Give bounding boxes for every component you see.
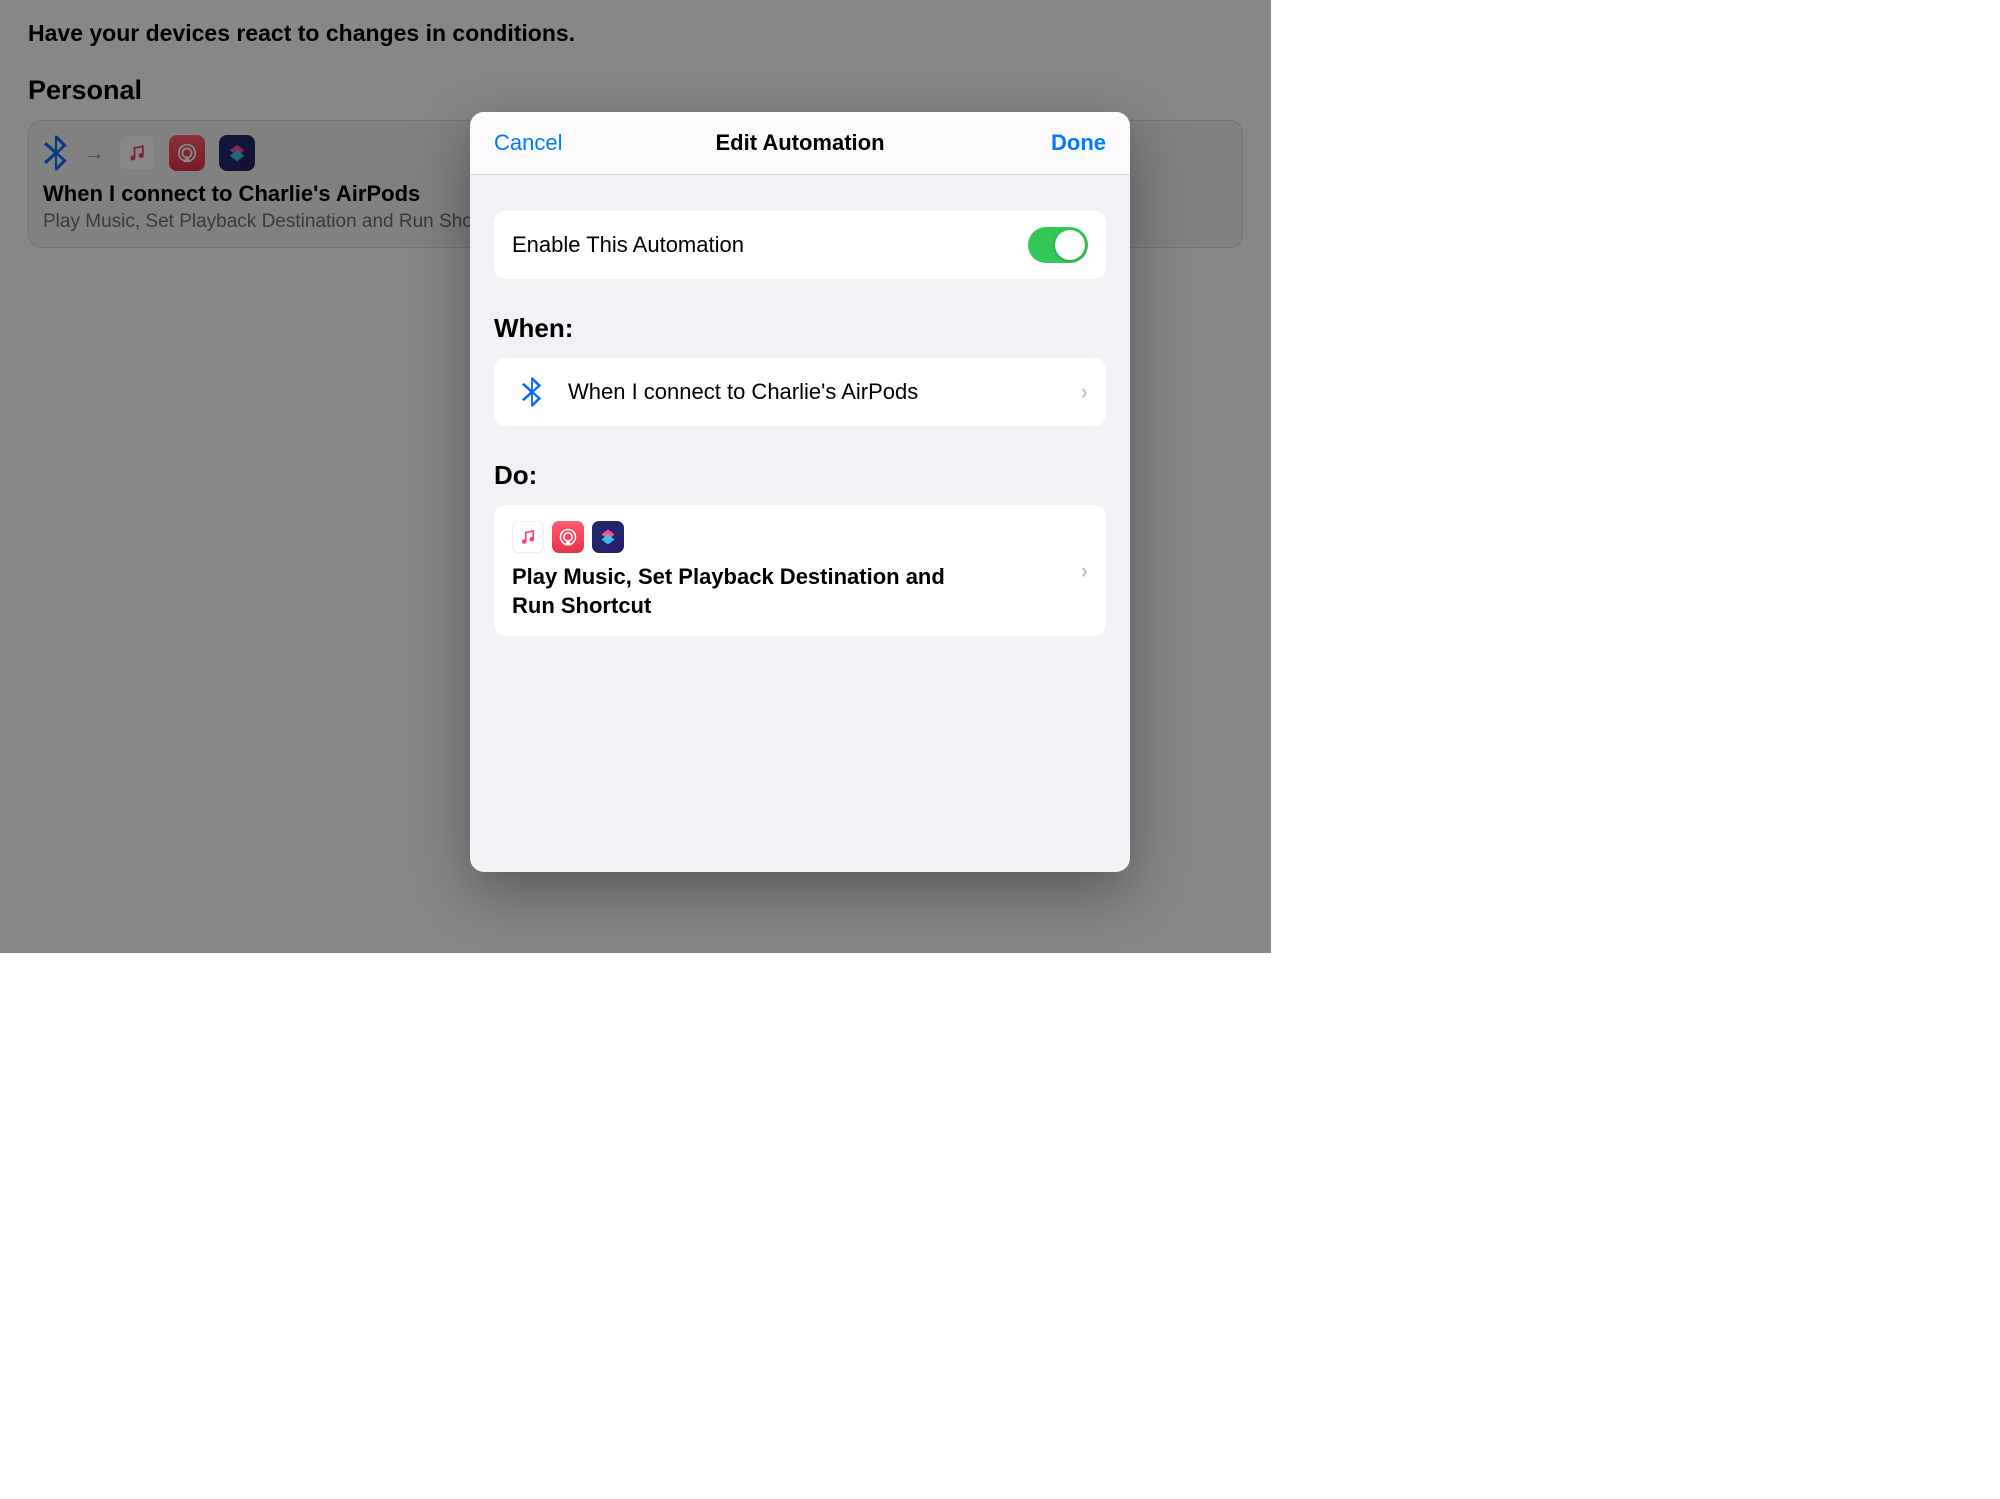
edit-automation-modal: Cancel Edit Automation Done Enable This … <box>470 112 1130 872</box>
done-button[interactable]: Done <box>1051 130 1106 156</box>
when-row-text: When I connect to Charlie's AirPods <box>568 379 1081 405</box>
enable-automation-label: Enable This Automation <box>512 232 1028 258</box>
modal-body: Enable This Automation When: When I conn… <box>470 175 1130 872</box>
do-row-text: Play Music, Set Playback Destination and… <box>512 563 972 620</box>
do-row[interactable]: Play Music, Set Playback Destination and… <box>494 505 1106 636</box>
modal-header: Cancel Edit Automation Done <box>470 112 1130 175</box>
cancel-button[interactable]: Cancel <box>494 130 562 156</box>
do-section-label: Do: <box>494 460 1106 491</box>
bluetooth-icon <box>512 376 552 408</box>
enable-automation-row: Enable This Automation <box>494 211 1106 279</box>
toggle-knob <box>1055 230 1085 260</box>
when-section-label: When: <box>494 313 1106 344</box>
enable-automation-toggle[interactable] <box>1028 227 1088 263</box>
modal-title: Edit Automation <box>715 130 884 156</box>
music-icon <box>512 521 544 553</box>
do-row-icons <box>512 521 1081 553</box>
when-row[interactable]: When I connect to Charlie's AirPods › <box>494 358 1106 426</box>
airplay-icon <box>552 521 584 553</box>
shortcuts-icon <box>592 521 624 553</box>
chevron-right-icon: › <box>1081 558 1088 584</box>
do-row-content: Play Music, Set Playback Destination and… <box>512 521 1081 620</box>
chevron-right-icon: › <box>1081 379 1088 405</box>
